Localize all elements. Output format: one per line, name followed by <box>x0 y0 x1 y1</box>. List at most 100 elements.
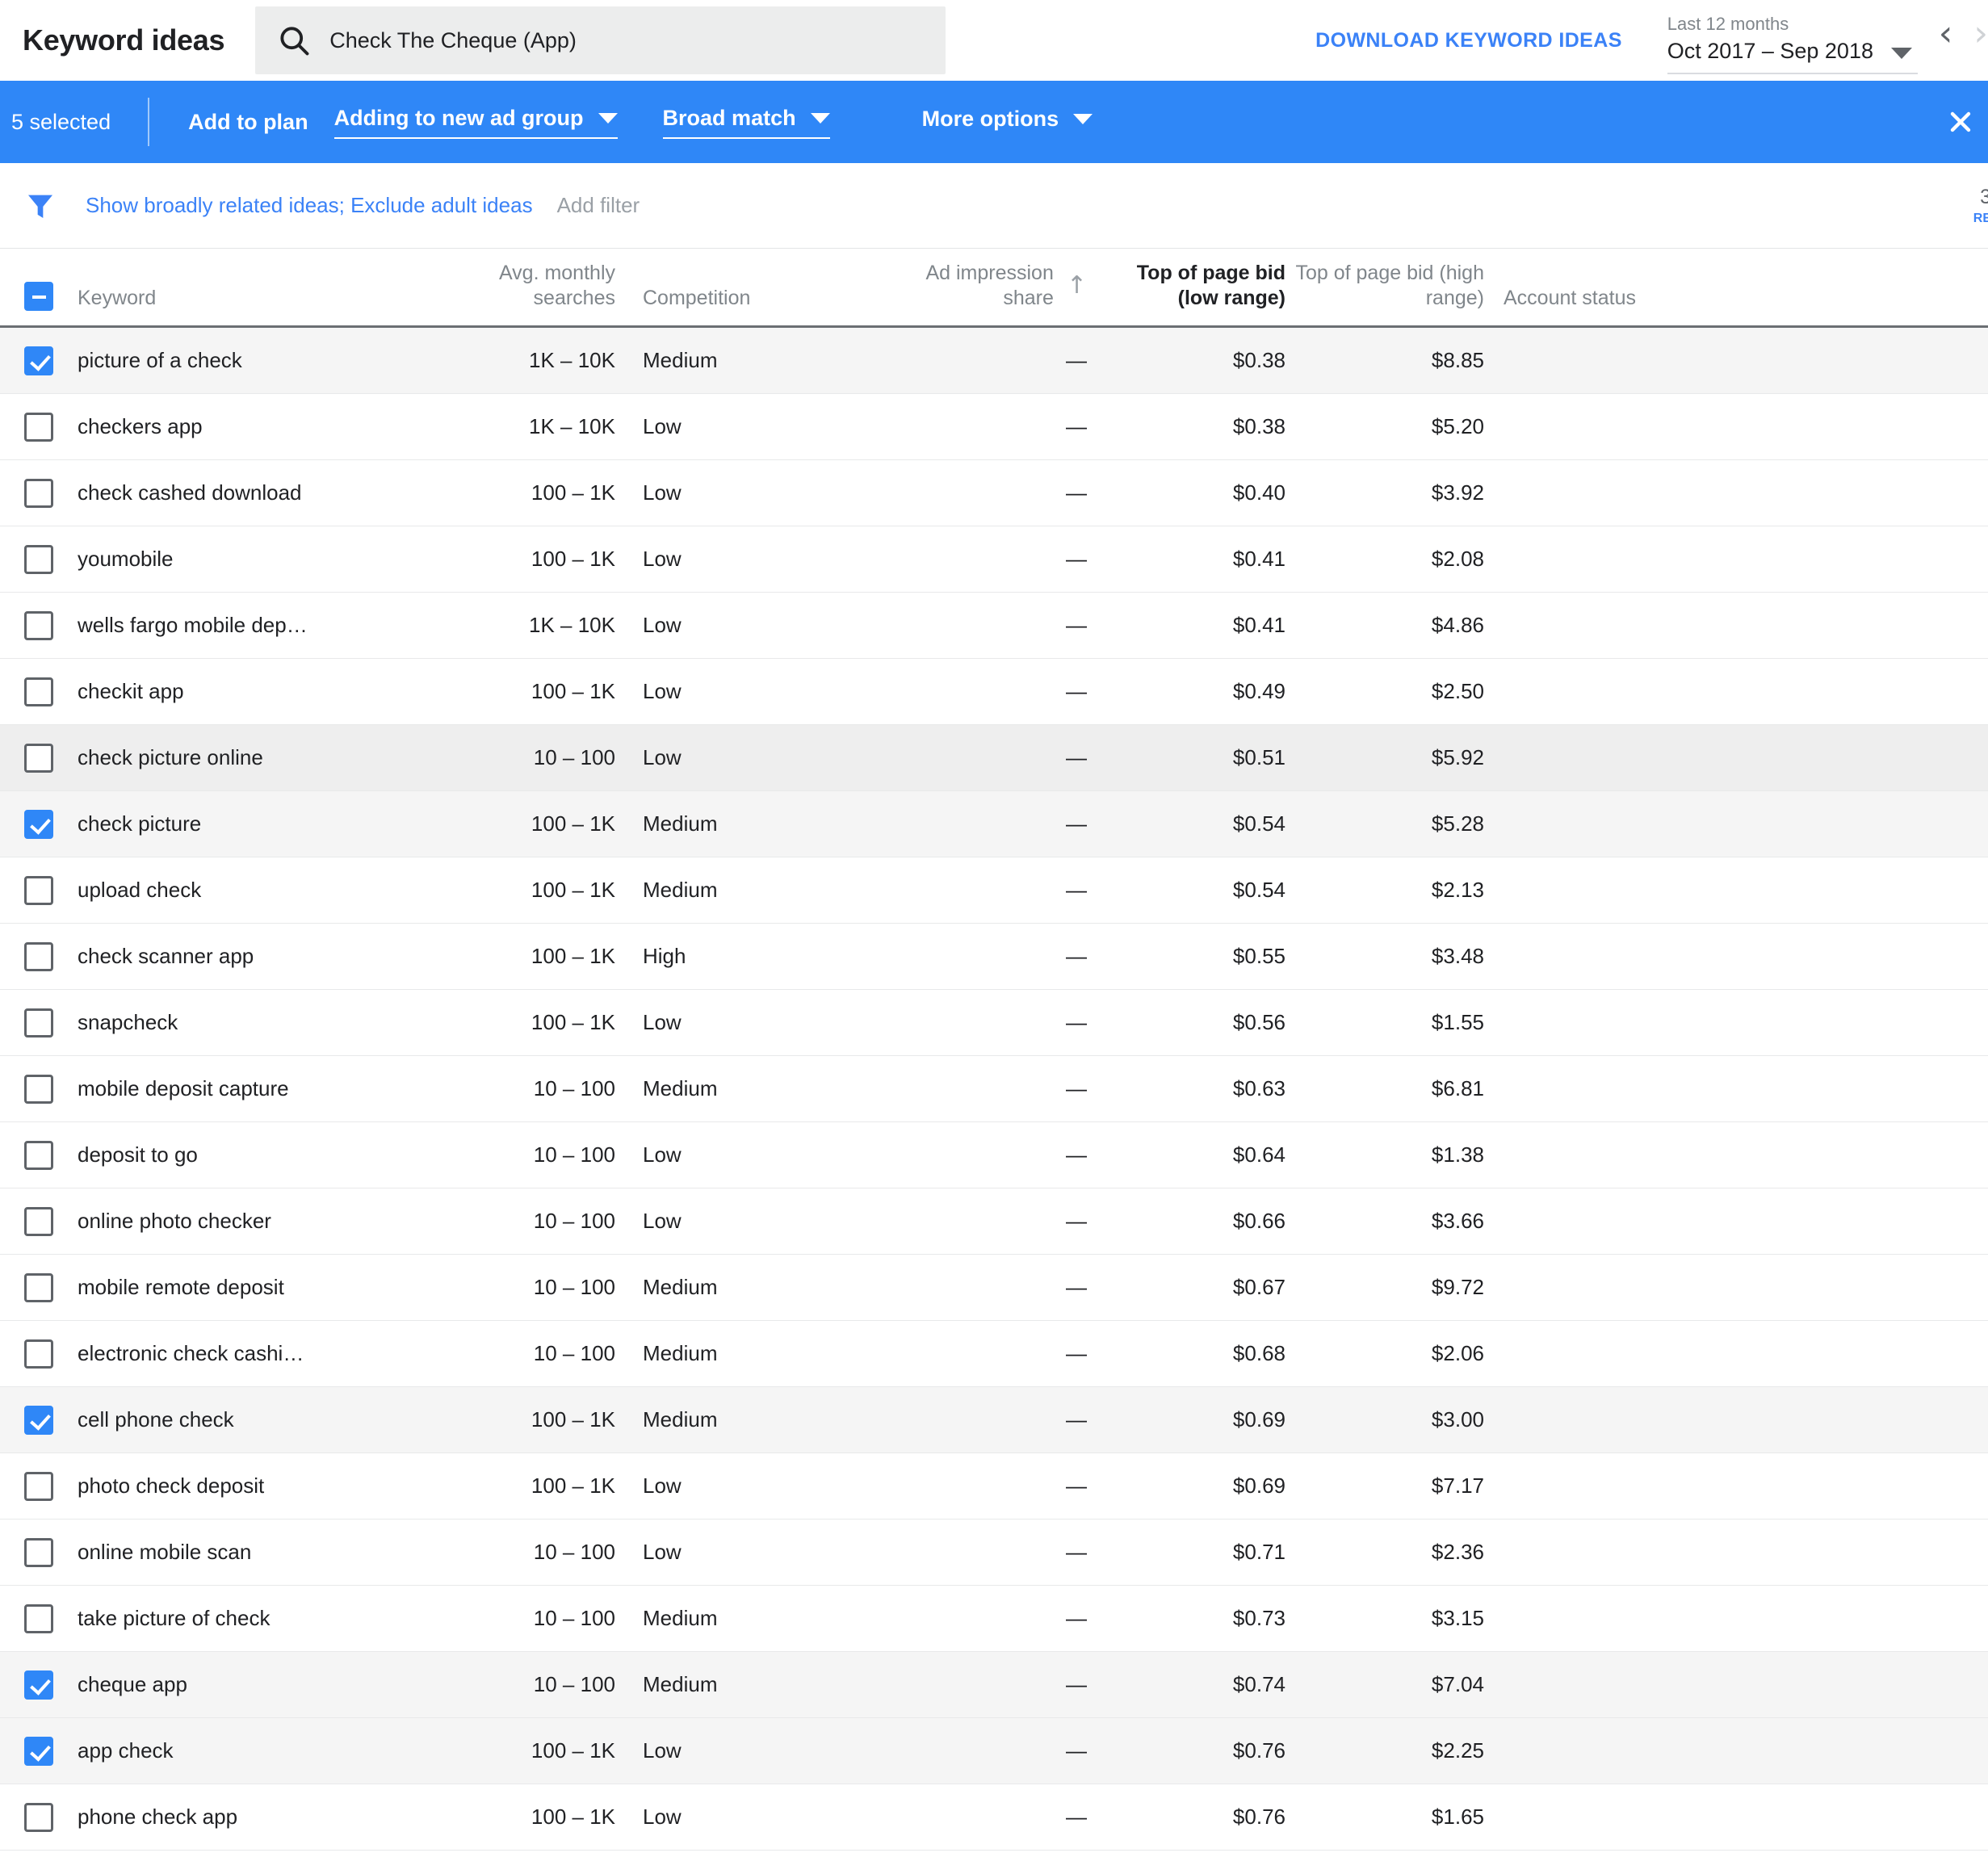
cell-keyword[interactable]: online photo checker <box>78 1209 425 1234</box>
row-checkbox[interactable] <box>24 809 53 839</box>
cell-bid-low: $0.41 <box>1232 613 1285 637</box>
row-checkbox[interactable] <box>24 1272 53 1302</box>
cell-keyword[interactable]: mobile deposit capture <box>78 1076 425 1101</box>
row-checkbox[interactable] <box>24 610 53 640</box>
search-input[interactable]: Check The Cheque (App) <box>255 6 946 74</box>
cell-keyword[interactable]: electronic check cashi… <box>78 1341 425 1366</box>
table-row[interactable]: mobile remote deposit 10 – 100 Medium — $0.6… <box>0 1255 1988 1321</box>
add-filter-button[interactable]: Add filter <box>557 193 640 218</box>
row-checkbox[interactable] <box>24 544 53 574</box>
chevron-right-icon[interactable]: › <box>1973 16 1988 52</box>
cell-keyword[interactable]: snapcheck <box>78 1010 425 1035</box>
cell-keyword[interactable]: mobile remote deposit <box>78 1275 425 1300</box>
column-header-competition[interactable]: Competition <box>627 286 901 311</box>
cell-keyword[interactable]: wells fargo mobile dep… <box>78 613 425 638</box>
table-row[interactable]: online photo checker 10 – 100 Low — $0.66 $3.… <box>0 1188 1988 1255</box>
cell-keyword[interactable]: checkit app <box>78 679 425 704</box>
column-header-avg-monthly-searches[interactable]: Avg. monthly searches <box>425 261 627 312</box>
table-row[interactable]: upload check 100 – 1K Medium — $0.54 $2.13 <box>0 857 1988 924</box>
table-row[interactable]: electronic check cashi… 10 – 100 Medium — $0… <box>0 1321 1988 1387</box>
cell-keyword[interactable]: online mobile scan <box>78 1540 425 1565</box>
row-checkbox[interactable] <box>24 1206 53 1236</box>
row-checkbox[interactable] <box>24 1140 53 1170</box>
row-checkbox[interactable] <box>24 677 53 706</box>
filter-bar: Show broadly related ideas; Exclude adul… <box>0 163 1988 249</box>
cell-keyword[interactable]: take picture of check <box>78 1606 425 1631</box>
table-row[interactable]: mobile deposit capture 10 – 100 Medium — $0.… <box>0 1056 1988 1122</box>
chevron-down-icon[interactable] <box>1890 48 1912 60</box>
table-row[interactable]: snapcheck 100 – 1K Low — $0.56 $1.55 <box>0 990 1988 1056</box>
cell-keyword[interactable]: picture of a check <box>78 348 425 373</box>
cell-bid-high: $3.66 <box>1431 1209 1484 1233</box>
table-row[interactable]: app check 100 – 1K Low — $0.76 $2.25 <box>0 1718 1988 1784</box>
cell-competition: Medium <box>643 1407 718 1432</box>
column-header-bid-high[interactable]: Top of page bid (high range) <box>1285 261 1484 312</box>
row-checkbox[interactable] <box>24 941 53 971</box>
table-row[interactable]: checkit app 100 – 1K Low — $0.49 $2.50 <box>0 659 1988 725</box>
table-row[interactable]: check cashed download 100 – 1K Low — $0.40 $3… <box>0 460 1988 526</box>
add-to-plan-button[interactable]: Add to plan <box>188 110 308 135</box>
table-row[interactable]: check picture 100 – 1K Medium — $0.54 $5.28 <box>0 791 1988 857</box>
cell-ad-impression-share: — <box>1066 1606 1087 1630</box>
cell-keyword[interactable]: check cashed download <box>78 480 425 505</box>
row-checkbox[interactable] <box>24 1537 53 1567</box>
chevron-left-icon[interactable]: ‹ <box>1939 16 1953 52</box>
download-keyword-ideas-button[interactable]: DOWNLOAD KEYWORD IDEAS <box>1315 29 1622 52</box>
table-row[interactable]: wells fargo mobile dep… 1K – 10K Low — $0.41… <box>0 593 1988 659</box>
cell-keyword[interactable]: deposit to go <box>78 1142 425 1167</box>
column-header-bid-low[interactable]: Top of page bid (low range) <box>1087 261 1285 312</box>
column-header-ad-impression-share-label: Ad impression share <box>925 261 1054 309</box>
column-header-account-status[interactable]: Account status <box>1484 286 1751 311</box>
table-row[interactable]: deposit to go 10 – 100 Low — $0.64 $1.38 <box>0 1122 1988 1188</box>
column-header-ad-impression-share[interactable]: Ad impression share ↑ <box>901 261 1087 312</box>
row-checkbox[interactable] <box>24 743 53 773</box>
active-filter-chip[interactable]: Show broadly related ideas; Exclude adul… <box>86 193 533 218</box>
table-row[interactable]: checkers app 1K – 10K Low — $0.38 $5.20 <box>0 394 1988 460</box>
cell-keyword[interactable]: check scanner app <box>78 944 425 969</box>
close-icon[interactable] <box>1941 103 1980 141</box>
cell-avg-monthly-searches: 100 – 1K <box>531 1473 615 1498</box>
ad-group-dropdown[interactable]: Adding to new ad group <box>333 106 618 139</box>
select-all-checkbox[interactable] <box>24 282 53 311</box>
row-checkbox[interactable] <box>24 875 53 905</box>
cell-keyword[interactable]: cell phone check <box>78 1407 425 1432</box>
column-header-keyword[interactable]: Keyword <box>78 286 425 311</box>
cell-keyword[interactable]: photo check deposit <box>78 1473 425 1499</box>
row-checkbox[interactable] <box>24 1008 53 1037</box>
row-checkbox[interactable] <box>24 346 53 375</box>
more-options-dropdown[interactable]: More options <box>922 107 1093 138</box>
cell-keyword[interactable]: check picture online <box>78 745 425 770</box>
cell-keyword[interactable]: check picture <box>78 811 425 836</box>
cell-keyword[interactable]: checkers app <box>78 414 425 439</box>
match-type-dropdown-label: Broad match <box>662 105 796 130</box>
row-checkbox[interactable] <box>24 478 53 508</box>
row-checkbox[interactable] <box>24 1603 53 1633</box>
row-checkbox[interactable] <box>24 1405 53 1435</box>
date-range-selector[interactable]: Last 12 months Oct 2017 – Sep 2018 <box>1667 13 1918 74</box>
table-row[interactable]: photo check deposit 100 – 1K Low — $0.69 $7.1… <box>0 1453 1988 1520</box>
cell-keyword[interactable]: cheque app <box>78 1672 425 1697</box>
cell-keyword[interactable]: app check <box>78 1738 425 1763</box>
table-row[interactable]: picture of a check 1K – 10K Medium — $0.38 $8… <box>0 328 1988 394</box>
table-row[interactable]: check scanner app 100 – 1K High — $0.55 $3.48 <box>0 924 1988 990</box>
filter-funnel-icon[interactable] <box>24 190 57 222</box>
row-checkbox[interactable] <box>24 412 53 442</box>
table-row[interactable]: youmobile 100 – 1K Low — $0.41 $2.08 <box>0 526 1988 593</box>
table-row[interactable]: check picture online 10 – 100 Low — $0.51 $5.… <box>0 725 1988 791</box>
table-row[interactable]: online mobile scan 10 – 100 Low — $0.71 $2.36 <box>0 1520 1988 1586</box>
row-checkbox[interactable] <box>24 1074 53 1104</box>
cell-keyword[interactable]: youmobile <box>78 547 425 572</box>
row-checkbox[interactable] <box>24 1736 53 1766</box>
row-checkbox[interactable] <box>24 1670 53 1700</box>
cell-competition: Low <box>643 414 682 438</box>
row-checkbox[interactable] <box>24 1339 53 1369</box>
table-row[interactable]: take picture of check 10 – 100 Medium — $0.7… <box>0 1586 1988 1652</box>
row-checkbox[interactable] <box>24 1471 53 1501</box>
row-checkbox[interactable] <box>24 1802 53 1832</box>
table-row[interactable]: cheque app 10 – 100 Medium — $0.74 $7.04 <box>0 1652 1988 1718</box>
cell-keyword[interactable]: phone check app <box>78 1805 425 1830</box>
cell-keyword[interactable]: upload check <box>78 878 425 903</box>
match-type-dropdown[interactable]: Broad match <box>662 105 830 139</box>
table-row[interactable]: phone check app 100 – 1K Low — $0.76 $1.65 <box>0 1784 1988 1851</box>
table-row[interactable]: cell phone check 100 – 1K Medium — $0.69 $3.0… <box>0 1387 1988 1453</box>
